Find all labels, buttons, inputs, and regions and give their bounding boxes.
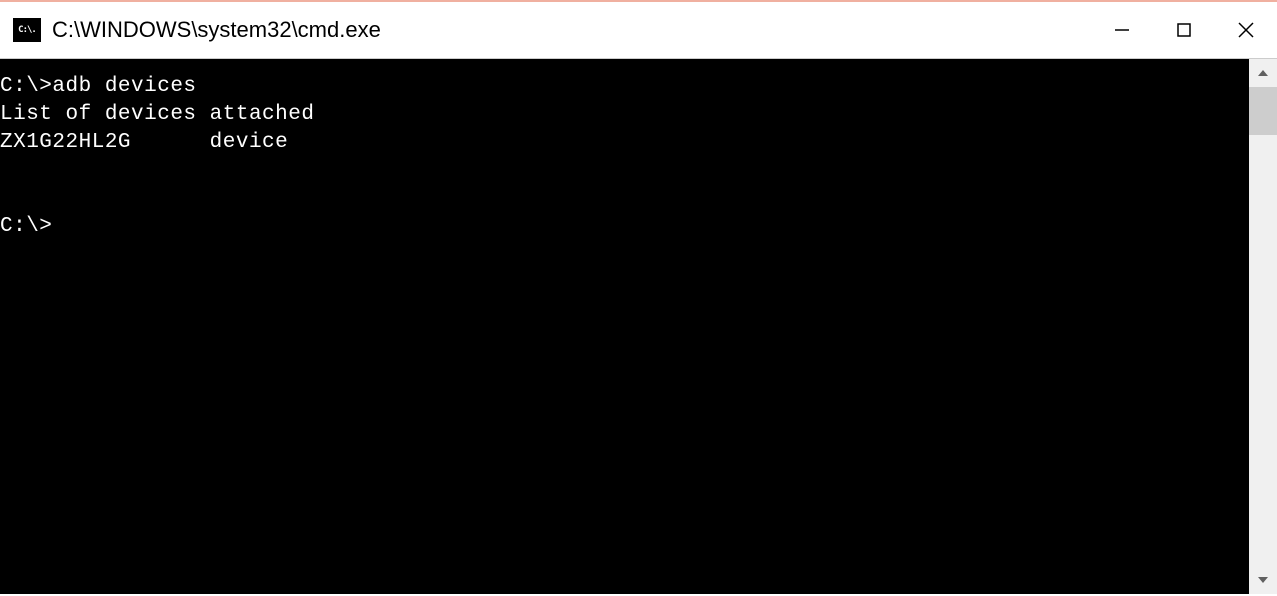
cmd-app-icon: C:\.	[12, 17, 42, 43]
titlebar: C:\. C:\WINDOWS\system32\cmd.exe	[0, 0, 1277, 58]
maximize-button[interactable]	[1153, 2, 1215, 58]
chevron-up-icon	[1257, 67, 1269, 79]
terminal-output[interactable]: C:\>adb devices List of devices attached…	[0, 59, 1249, 594]
terminal-area: C:\>adb devices List of devices attached…	[0, 58, 1277, 594]
scroll-up-button[interactable]	[1249, 59, 1277, 87]
scroll-track[interactable]	[1249, 87, 1277, 566]
chevron-down-icon	[1257, 574, 1269, 586]
close-button[interactable]	[1215, 2, 1277, 58]
window-controls	[1091, 2, 1277, 58]
cmd-icon-label: C:\.	[18, 25, 36, 35]
scroll-down-button[interactable]	[1249, 566, 1277, 594]
minimize-button[interactable]	[1091, 2, 1153, 58]
minimize-icon	[1113, 21, 1131, 39]
close-icon	[1236, 20, 1256, 40]
scroll-thumb[interactable]	[1249, 87, 1277, 135]
maximize-icon	[1175, 21, 1193, 39]
vertical-scrollbar[interactable]	[1249, 59, 1277, 594]
window-title: C:\WINDOWS\system32\cmd.exe	[52, 17, 1091, 43]
